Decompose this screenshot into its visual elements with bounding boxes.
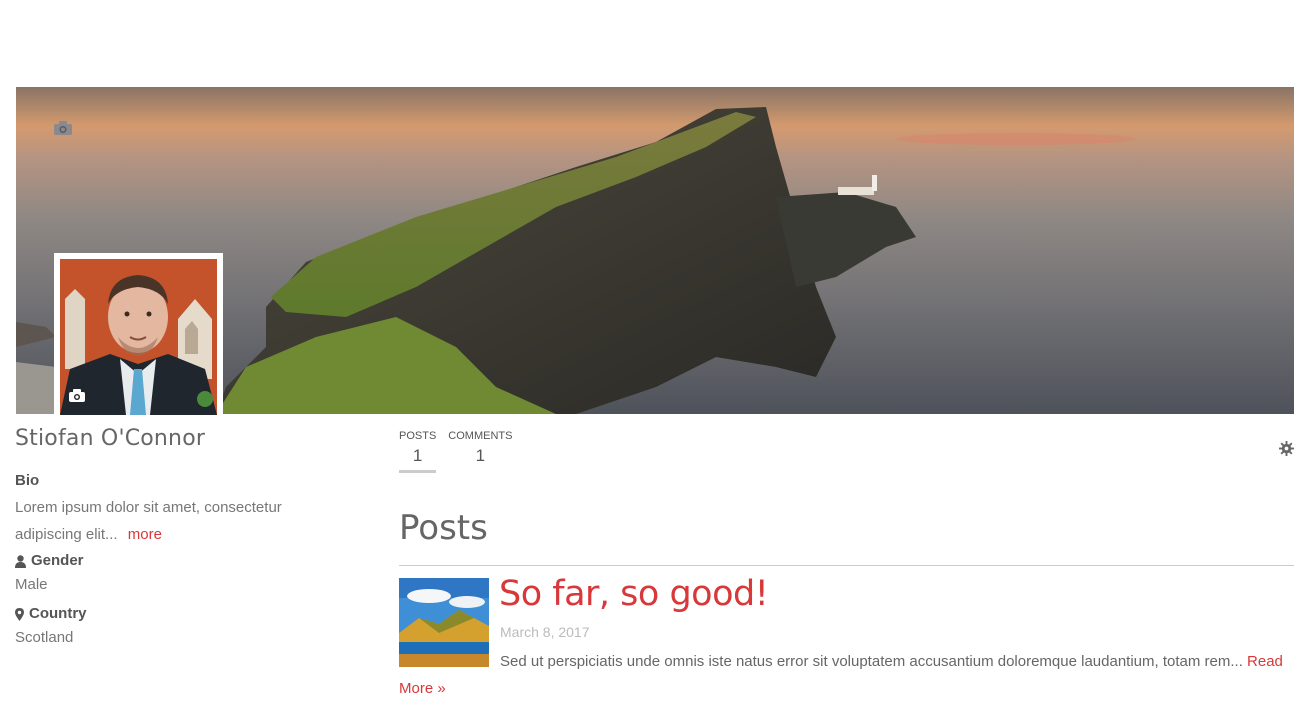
gender-value: Male bbox=[15, 576, 48, 593]
country-label-row: Country bbox=[15, 601, 315, 627]
tab-posts[interactable]: POSTS 1 bbox=[399, 430, 437, 473]
gender-label: Gender bbox=[31, 552, 84, 569]
divider bbox=[399, 565, 1294, 566]
profile-name: Stiofan O'Connor bbox=[15, 426, 206, 451]
post-title-link[interactable]: So far, so good! bbox=[499, 574, 769, 614]
bio-more-link[interactable]: more bbox=[128, 526, 162, 543]
bio-label: Bio bbox=[15, 472, 40, 489]
posts-heading: Posts bbox=[399, 508, 488, 548]
avatar-photo bbox=[60, 259, 217, 415]
comments-stat-count: 1 bbox=[475, 446, 486, 465]
post-excerpt-text: Sed ut perspiciatis unde omnis iste natu… bbox=[500, 653, 1243, 670]
posts-stat-label: POSTS bbox=[399, 430, 437, 442]
cover-camera-icon[interactable] bbox=[54, 121, 72, 135]
post-date: March 8, 2017 bbox=[500, 624, 590, 640]
avatar-camera-icon[interactable] bbox=[69, 389, 85, 402]
bio-text: Lorem ipsum dolor sit amet, consectetur … bbox=[15, 494, 295, 548]
settings-gear-icon[interactable] bbox=[1279, 441, 1294, 456]
comments-stat-label: COMMENTS bbox=[448, 430, 513, 442]
post-excerpt: Sed ut perspiciatis unde omnis iste natu… bbox=[399, 648, 1294, 702]
country-value: Scotland bbox=[15, 629, 74, 646]
posts-stat-count: 1 bbox=[399, 446, 437, 473]
profile-stats: POSTS 1 COMMENTS 1 bbox=[399, 430, 512, 473]
profile-details: Bio Lorem ipsum dolor sit amet, consecte… bbox=[15, 468, 315, 654]
profile-avatar bbox=[54, 253, 223, 415]
country-label: Country bbox=[29, 605, 87, 622]
tab-comments[interactable]: COMMENTS 1 bbox=[448, 430, 512, 473]
map-marker-icon bbox=[15, 607, 24, 621]
gender-label-row: Gender bbox=[15, 548, 315, 574]
user-icon bbox=[15, 554, 26, 568]
